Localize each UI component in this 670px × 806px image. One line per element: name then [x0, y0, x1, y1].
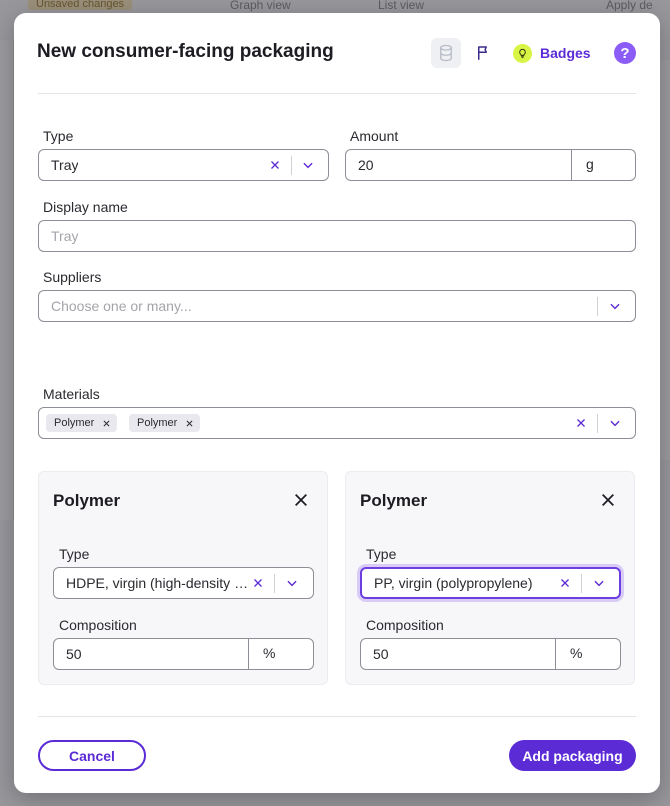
card-composition-input[interactable]: 50 %	[360, 638, 621, 670]
card-composition-input[interactable]: 50 %	[53, 638, 314, 670]
display-name-label: Display name	[43, 199, 128, 215]
card-composition-label: Composition	[59, 617, 137, 633]
help-icon: ?	[620, 44, 630, 62]
lightbulb-icon	[513, 43, 532, 63]
material-chip: Polymer	[129, 414, 201, 432]
materials-select[interactable]: Polymer Polymer	[38, 407, 636, 439]
type-value: Tray	[51, 157, 79, 173]
card-composition-value: 50	[373, 646, 389, 662]
chevron-down-icon[interactable]	[298, 150, 318, 180]
suppliers-placeholder: Choose one or many...	[51, 298, 192, 314]
chevron-down-icon[interactable]	[605, 408, 625, 438]
close-icon	[295, 494, 307, 506]
new-packaging-modal: New consumer-facing packaging Badges ? T…	[14, 13, 660, 793]
card-type-label: Type	[366, 546, 397, 562]
materials-label: Materials	[43, 386, 100, 402]
help-button[interactable]: ?	[614, 42, 636, 64]
composition-unit: %	[248, 638, 314, 670]
card-composition-label: Composition	[366, 617, 444, 633]
clear-type-icon[interactable]	[555, 568, 575, 598]
amount-input[interactable]: 20 g	[345, 149, 636, 181]
clear-materials-icon[interactable]	[571, 408, 591, 438]
card-type-value: PP, virgin (polypropylene)	[374, 575, 533, 591]
card-type-select[interactable]: HDPE, virgin (high-density p...	[53, 567, 314, 599]
badges-label: Badges	[540, 45, 591, 61]
remove-chip-icon[interactable]	[185, 419, 194, 428]
amount-value: 20	[358, 157, 374, 173]
material-card-1: Polymer Type HDPE, virgin (high-density …	[38, 471, 328, 685]
database-icon	[440, 44, 452, 62]
clear-type-icon[interactable]	[248, 568, 268, 598]
header-divider	[38, 93, 636, 94]
modal-title: New consumer-facing packaging	[37, 41, 334, 62]
display-name-input[interactable]: Tray	[38, 220, 636, 252]
chevron-down-icon[interactable]	[282, 568, 302, 598]
type-label: Type	[43, 128, 74, 144]
close-card-button[interactable]	[597, 489, 619, 511]
display-name-placeholder: Tray	[51, 228, 79, 244]
database-button[interactable]	[431, 38, 461, 68]
card-type-value: HDPE, virgin (high-density p...	[66, 575, 250, 591]
suppliers-select[interactable]: Choose one or many...	[38, 290, 636, 322]
composition-unit: %	[555, 638, 621, 670]
badges-button[interactable]: Badges	[513, 42, 591, 64]
chevron-down-icon[interactable]	[605, 291, 625, 321]
footer-divider	[38, 716, 636, 717]
material-card-title: Polymer	[360, 491, 428, 510]
material-card-title: Polymer	[53, 491, 121, 510]
card-type-label: Type	[59, 546, 90, 562]
remove-chip-icon[interactable]	[102, 419, 111, 428]
type-select[interactable]: Tray	[38, 149, 329, 181]
close-card-button[interactable]	[290, 489, 312, 511]
material-card-2: Polymer Type PP, virgin (polypropylene) …	[345, 471, 635, 685]
suppliers-label: Suppliers	[43, 269, 102, 285]
flag-icon	[478, 46, 487, 60]
card-type-select[interactable]: PP, virgin (polypropylene)	[360, 567, 621, 599]
chevron-down-icon[interactable]	[589, 568, 609, 598]
amount-unit: g	[571, 149, 636, 181]
material-chip: Polymer	[46, 414, 118, 432]
cancel-button[interactable]: Cancel	[38, 740, 146, 771]
amount-label: Amount	[350, 128, 399, 144]
clear-type-icon[interactable]	[265, 150, 285, 180]
flag-button[interactable]	[473, 42, 495, 64]
card-composition-value: 50	[66, 646, 82, 662]
add-packaging-button[interactable]: Add packaging	[509, 740, 636, 771]
close-icon	[602, 494, 614, 506]
